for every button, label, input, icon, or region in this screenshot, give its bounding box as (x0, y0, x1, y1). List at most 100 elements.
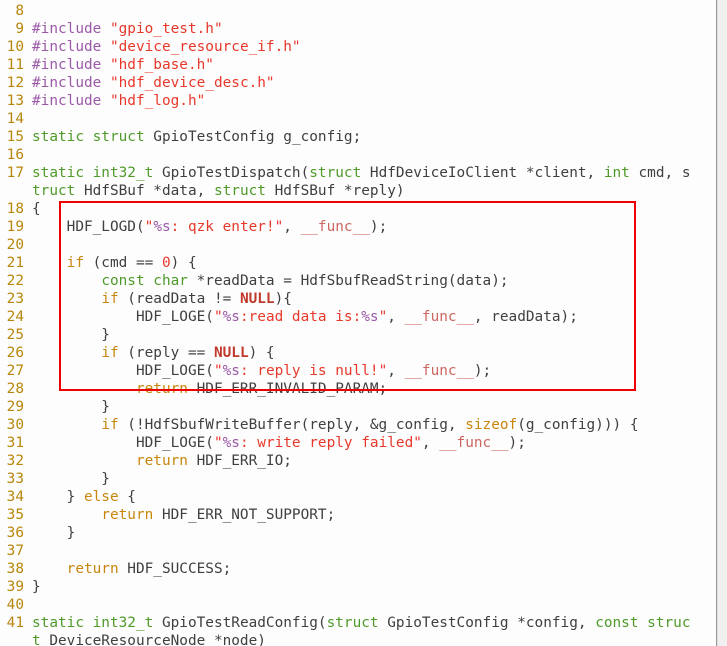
code-token: ){ (274, 291, 292, 307)
code-line[interactable]: 35 return HDF_ERR_NOT_SUPPORT; (0, 506, 716, 524)
code-token: HdfSBuf *reply) (274, 183, 405, 199)
line-number: 8 (15, 3, 24, 19)
code-line[interactable]: 26 if (reply == NULL) { (0, 344, 716, 362)
line-number: 33 (6, 471, 24, 487)
line-content: } (32, 470, 110, 488)
code-line[interactable]: 12 #include "hdf_device_desc.h" (0, 74, 716, 92)
code-line[interactable]: 28 return HDF_ERR_INVALID_PARAM; (0, 380, 716, 398)
code-editor[interactable]: 8 9 #include "gpio_test.h" 10 #include "devi… (0, 0, 727, 646)
code-token: HDF_LOGE( (32, 363, 214, 379)
line-number: 35 (6, 507, 24, 523)
code-line[interactable]: 20 (0, 236, 716, 254)
code-token: __func__ (300, 219, 370, 235)
code-token: "gpio_test.h" (109, 21, 223, 37)
line-content: HDF_LOGE("%s:read data is:%s", __func__,… (32, 308, 578, 326)
line-number: 40 (6, 597, 24, 613)
code-line[interactable]: 40 (0, 596, 716, 614)
code-token: } (32, 579, 41, 595)
code-line[interactable]: 10 #include "device_resource_if.h" (0, 38, 716, 56)
code-line[interactable]: 38 return HDF_SUCCESS; (0, 560, 716, 578)
code-token: *readData = HdfSbufReadString(data); (196, 273, 509, 289)
code-token: sizeof (465, 417, 518, 433)
line-number: 11 (6, 57, 24, 73)
line-number: 17 (6, 165, 24, 181)
code-line[interactable]: 21 if (cmd == 0) { (0, 254, 716, 272)
code-line[interactable]: 39} (0, 578, 716, 596)
code-token: t (32, 633, 50, 646)
code-token: HDF_ERR_IO; (187, 453, 292, 469)
code-token: static struct (32, 129, 154, 145)
line-content: truct HdfSBuf *data, struct HdfSBuf *rep… (32, 182, 405, 200)
code-line[interactable]: 27 HDF_LOGE("%s: reply is null!", __func… (0, 362, 716, 380)
code-line[interactable]: 11 #include "hdf_base.h" (0, 56, 716, 74)
code-token: , (283, 219, 301, 235)
code-line[interactable]: 41 static int32_t GpioTestReadConfig(stru… (0, 614, 716, 632)
code-line[interactable]: 23 if (readData != NULL){ (0, 290, 716, 308)
code-token: if (101, 417, 119, 433)
line-content: #include "hdf_log.h" (32, 92, 205, 110)
line-content: if (cmd == 0) { (32, 254, 197, 272)
code-line[interactable]: 14 (0, 110, 716, 128)
line-number: 21 (6, 255, 24, 271)
vertical-scrollbar-track[interactable] (717, 0, 727, 646)
code-token: ); (369, 219, 388, 235)
line-content: HDF_LOGD("%s: qzk enter!", __func__); (32, 218, 388, 236)
code-line[interactable]: 18 { (0, 200, 716, 218)
code-line[interactable]: 30 if (!HdfSbufWriteBuffer(reply, &g_con… (0, 416, 716, 434)
code-token: HDF_SUCCESS; (118, 561, 232, 577)
line-number: 27 (6, 363, 24, 379)
code-token: if (66, 255, 84, 271)
code-token: } (32, 489, 84, 505)
code-line[interactable]: 15 static struct GpioTestConfig g_config; (0, 128, 716, 146)
code-line[interactable]: 37 (0, 542, 716, 560)
code-line[interactable]: 22 const char *readData = HdfSbufReadStr… (0, 272, 716, 290)
line-number: 28 (6, 381, 24, 397)
code-text-area[interactable]: 8 9 #include "gpio_test.h" 10 #include "devi… (0, 0, 716, 646)
line-content: static struct GpioTestConfig g_config; (32, 128, 361, 146)
code-token: HDF_ERR_NOT_SUPPORT; (153, 507, 336, 523)
code-line[interactable]: 36 } (0, 524, 716, 542)
code-line[interactable]: 34 } else { (0, 488, 716, 506)
code-line[interactable]: 33 } (0, 470, 716, 488)
line-number: 25 (6, 327, 24, 343)
code-line[interactable]: 17 static int32_t GpioTestDispatch(struct… (0, 164, 716, 182)
code-line[interactable]: 16 (0, 146, 716, 164)
code-token: static int32_t (32, 615, 162, 631)
code-token: (cmd == (83, 255, 162, 271)
line-number: 26 (6, 345, 24, 361)
code-token: const struc (595, 615, 691, 631)
code-line[interactable]: 31 HDF_LOGE("%s: write reply failed", __… (0, 434, 716, 452)
code-line[interactable]: 25 } (0, 326, 716, 344)
code-line[interactable]: 24 HDF_LOGE("%s:read data is:%s", __func… (0, 308, 716, 326)
code-line[interactable]: truct HdfSBuf *data, struct HdfSBuf *rep… (0, 182, 716, 200)
code-line[interactable]: t DeviceResourceNode *node) (0, 632, 716, 646)
code-line[interactable]: 9 #include "gpio_test.h" (0, 20, 716, 38)
code-token: (readData != (118, 291, 240, 307)
line-content: return HDF_ERR_INVALID_PARAM; (32, 380, 387, 398)
code-token: : reply is null!" (239, 363, 388, 379)
line-number: 31 (6, 435, 24, 451)
code-token: (reply == (118, 345, 214, 361)
code-line[interactable]: 29 } (0, 398, 716, 416)
line-number: 23 (6, 291, 24, 307)
line-content: #include "hdf_base.h" (32, 56, 214, 74)
code-token: %s (222, 363, 240, 379)
code-token: ) { (248, 345, 275, 361)
code-token: "hdf_base.h" (109, 57, 214, 73)
code-line[interactable]: 13 #include "hdf_log.h" (0, 92, 716, 110)
line-number: 32 (6, 453, 24, 469)
code-token: , (421, 435, 440, 451)
code-token: __func__ (404, 309, 474, 325)
code-token: struct (213, 183, 275, 199)
code-line[interactable]: 19 HDF_LOGD("%s: qzk enter!", __func__); (0, 218, 716, 236)
code-line[interactable]: 32 return HDF_ERR_IO; (0, 452, 716, 470)
code-token: %s (222, 435, 240, 451)
line-content: return HDF_ERR_IO; (32, 452, 292, 470)
code-token: __func__ (439, 435, 509, 451)
code-token: GpioTestConfig *config, (387, 615, 596, 631)
code-line[interactable]: 8 (0, 2, 716, 20)
line-number: 41 (6, 615, 24, 631)
line-content: const char *readData = HdfSbufReadString… (32, 272, 509, 290)
